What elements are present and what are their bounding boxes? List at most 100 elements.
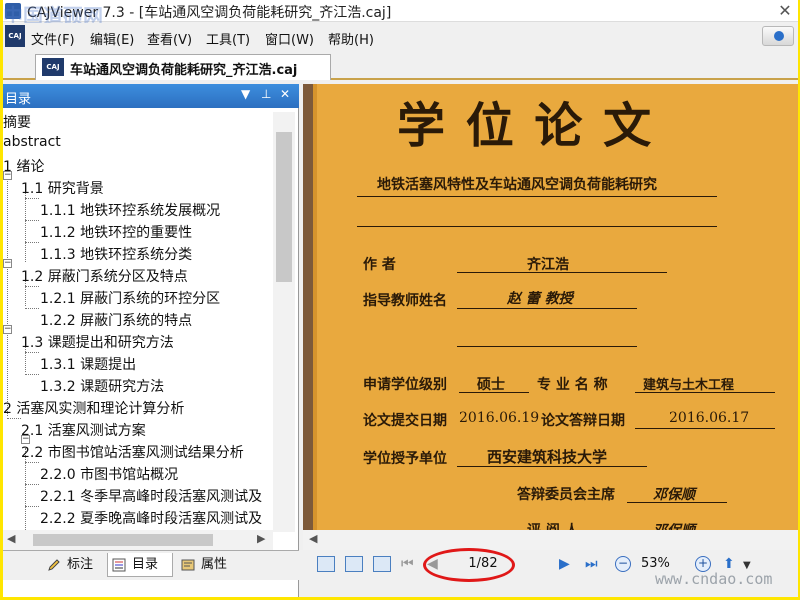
tree-guide-line bbox=[7, 162, 8, 416]
author-name: 齐江浩 bbox=[527, 257, 569, 273]
toc-item[interactable]: 摘要 bbox=[3, 112, 31, 132]
panel-header: 目录 ▼ ⊥ ✕ bbox=[3, 84, 299, 108]
tree-branch bbox=[25, 220, 39, 221]
toc-item[interactable]: 1.1.1 地铁环控系统发展概况 bbox=[40, 200, 220, 220]
cajviewer-logo-icon: CAJ bbox=[5, 25, 25, 47]
committee-label: 答辩委员会主席 bbox=[517, 487, 615, 503]
toc-item[interactable]: 1.3.2 课题研究方法 bbox=[40, 376, 164, 396]
tree-branch bbox=[25, 374, 39, 375]
toc-item[interactable]: abstract bbox=[3, 134, 61, 150]
zoom-level[interactable]: 53% bbox=[641, 556, 670, 571]
tab-toc[interactable]: 目录 bbox=[107, 553, 173, 577]
tab-properties[interactable]: 属性 bbox=[177, 553, 245, 577]
page-heading: 学 位 论 文 bbox=[397, 98, 654, 154]
toc-item[interactable]: 1.3.1 课题提出 bbox=[40, 354, 136, 374]
last-page-icon[interactable]: ⏭ bbox=[585, 556, 598, 572]
tab-document[interactable]: CAJ 车站通风空调负荷能耗研究_齐江浩.caj bbox=[35, 54, 331, 80]
menu-edit[interactable]: 编辑(E) bbox=[90, 29, 134, 48]
tree-branch bbox=[25, 242, 39, 243]
document-viewport[interactable]: 学 位 论 文 地铁活塞风特性及车站通风空调负荷能耗研究 作 者 齐江浩 指导教… bbox=[303, 84, 798, 532]
pen-icon bbox=[48, 559, 60, 571]
degree-label: 申请学位级别 bbox=[363, 377, 447, 393]
defense-date: 2016.06.17 bbox=[669, 410, 750, 426]
grantor-label: 学位授予单位 bbox=[363, 451, 447, 467]
toc-panel: 目录 ▼ ⊥ ✕ − − − − 摘要 abstract 1 绪论 1.1 研究… bbox=[3, 84, 299, 597]
degree-value: 硕士 bbox=[477, 377, 505, 393]
site-watermark-bottom: www.cndao.com bbox=[655, 570, 773, 588]
toc-item[interactable]: 1 绪论 bbox=[3, 156, 44, 176]
menu-help[interactable]: 帮助(H) bbox=[328, 29, 374, 48]
menu-window[interactable]: 窗口(W) bbox=[265, 29, 314, 48]
major-label: 专 业 名 称 bbox=[537, 377, 608, 393]
close-icon[interactable]: ✕ bbox=[776, 2, 794, 20]
underline bbox=[635, 392, 775, 393]
underline bbox=[457, 466, 647, 467]
tree-branch bbox=[25, 286, 39, 287]
toc-item[interactable]: 1.2.2 屏蔽门系统的特点 bbox=[40, 310, 192, 330]
document-tab-bar: CAJ 车站通风空调负荷能耗研究_齐江浩.caj bbox=[3, 51, 798, 80]
app-window: CAJViewer 7.3 - [车站通风空调负荷能耗研究_齐江浩.caj] 中… bbox=[3, 0, 798, 597]
thesis-title: 地铁活塞风特性及车站通风空调负荷能耗研究 bbox=[377, 177, 657, 193]
toc-horizontal-scrollbar[interactable]: ◀ ▶ bbox=[3, 530, 273, 550]
tree-branch bbox=[7, 418, 21, 419]
author-label: 作 者 bbox=[363, 257, 396, 273]
tab-label: 标注 bbox=[67, 557, 94, 572]
toc-item[interactable]: 1.1 研究背景 bbox=[21, 178, 104, 198]
toc-item[interactable]: 2.2.1 冬季早高峰时段活塞风测试及 bbox=[40, 486, 262, 506]
scroll-right-icon[interactable]: ▶ bbox=[257, 532, 265, 545]
underline bbox=[627, 502, 727, 503]
continuous-page-icon[interactable] bbox=[345, 556, 363, 572]
first-page-icon[interactable]: ⏮ bbox=[401, 556, 414, 572]
toc-tree: − − − − 摘要 abstract 1 绪论 1.1 研究背景 1.1.1 … bbox=[3, 112, 273, 582]
scroll-thumb[interactable] bbox=[276, 132, 292, 282]
panel-title: 目录 bbox=[5, 92, 32, 107]
close-panel-icon[interactable]: ✕ bbox=[280, 87, 290, 101]
toc-item[interactable]: 2 活塞风实测和理论计算分析 bbox=[3, 398, 184, 418]
tab-label: 目录 bbox=[132, 557, 159, 572]
menu-view[interactable]: 查看(V) bbox=[147, 29, 192, 48]
committee-chair: 邓保顺 bbox=[653, 487, 695, 503]
toc-item[interactable]: 1.2.1 屏蔽门系统的环控分区 bbox=[40, 288, 220, 308]
document-page: 学 位 论 文 地铁活塞风特性及车站通风空调负荷能耗研究 作 者 齐江浩 指导教… bbox=[313, 84, 798, 532]
underline bbox=[457, 272, 667, 273]
toc-item[interactable]: 2.2 市图书馆站活塞风测试结果分析 bbox=[21, 442, 244, 462]
underline bbox=[459, 392, 529, 393]
underline bbox=[457, 346, 637, 347]
pin-icon[interactable]: ⊥ bbox=[261, 87, 271, 101]
menu-tools[interactable]: 工具(T) bbox=[206, 29, 250, 48]
document-horizontal-scrollbar[interactable]: ◀ bbox=[303, 530, 798, 550]
toc-item[interactable]: 2.2.0 市图书馆站概况 bbox=[40, 464, 178, 484]
zoom-out-icon[interactable]: − bbox=[615, 556, 631, 572]
tree-branch bbox=[25, 462, 39, 463]
toc-vertical-scrollbar[interactable] bbox=[273, 112, 295, 532]
menu-bar: CAJ 文件(F) 编辑(E) 查看(V) 工具(T) 窗口(W) 帮助(H) bbox=[3, 23, 798, 51]
next-page-icon[interactable]: ▶ bbox=[559, 556, 570, 572]
single-page-icon[interactable] bbox=[317, 556, 335, 572]
caj-file-icon: CAJ bbox=[42, 58, 64, 76]
dropdown-icon[interactable]: ▼ bbox=[241, 87, 250, 101]
collapse-icon[interactable]: − bbox=[3, 259, 12, 268]
toc-item[interactable]: 2.2.2 夏季晚高峰时段活塞风测试及 bbox=[40, 508, 262, 528]
toc-item[interactable]: 1.1.2 地铁环控的重要性 bbox=[40, 222, 192, 242]
underline bbox=[357, 226, 717, 227]
tree-branch bbox=[25, 198, 39, 199]
tree-branch bbox=[25, 484, 39, 485]
tab-annotations[interactable]: 标注 bbox=[43, 553, 103, 577]
facing-page-icon[interactable] bbox=[373, 556, 391, 572]
toc-item[interactable]: 1.1.3 地铁环控系统分类 bbox=[40, 244, 192, 264]
scroll-thumb[interactable] bbox=[33, 534, 213, 546]
tab-label: 属性 bbox=[201, 557, 228, 572]
toc-item[interactable]: 1.3 课题提出和研究方法 bbox=[21, 332, 174, 352]
scroll-left-icon[interactable]: ◀ bbox=[7, 532, 15, 545]
tree-branch bbox=[25, 308, 39, 309]
collapse-icon[interactable]: − bbox=[3, 325, 12, 334]
list-icon bbox=[112, 558, 126, 572]
toc-item[interactable]: 1.2 屏蔽门系统分区及特点 bbox=[21, 266, 188, 286]
grantor-value: 西安建筑科技大学 bbox=[487, 448, 608, 466]
globe-icon[interactable] bbox=[762, 26, 794, 46]
properties-icon bbox=[181, 559, 195, 571]
major-value: 建筑与土木工程 bbox=[643, 378, 735, 393]
menu-file[interactable]: 文件(F) bbox=[31, 29, 75, 48]
toc-item[interactable]: 2.1 活塞风测试方案 bbox=[21, 420, 146, 440]
scroll-left-icon[interactable]: ◀ bbox=[309, 532, 317, 545]
